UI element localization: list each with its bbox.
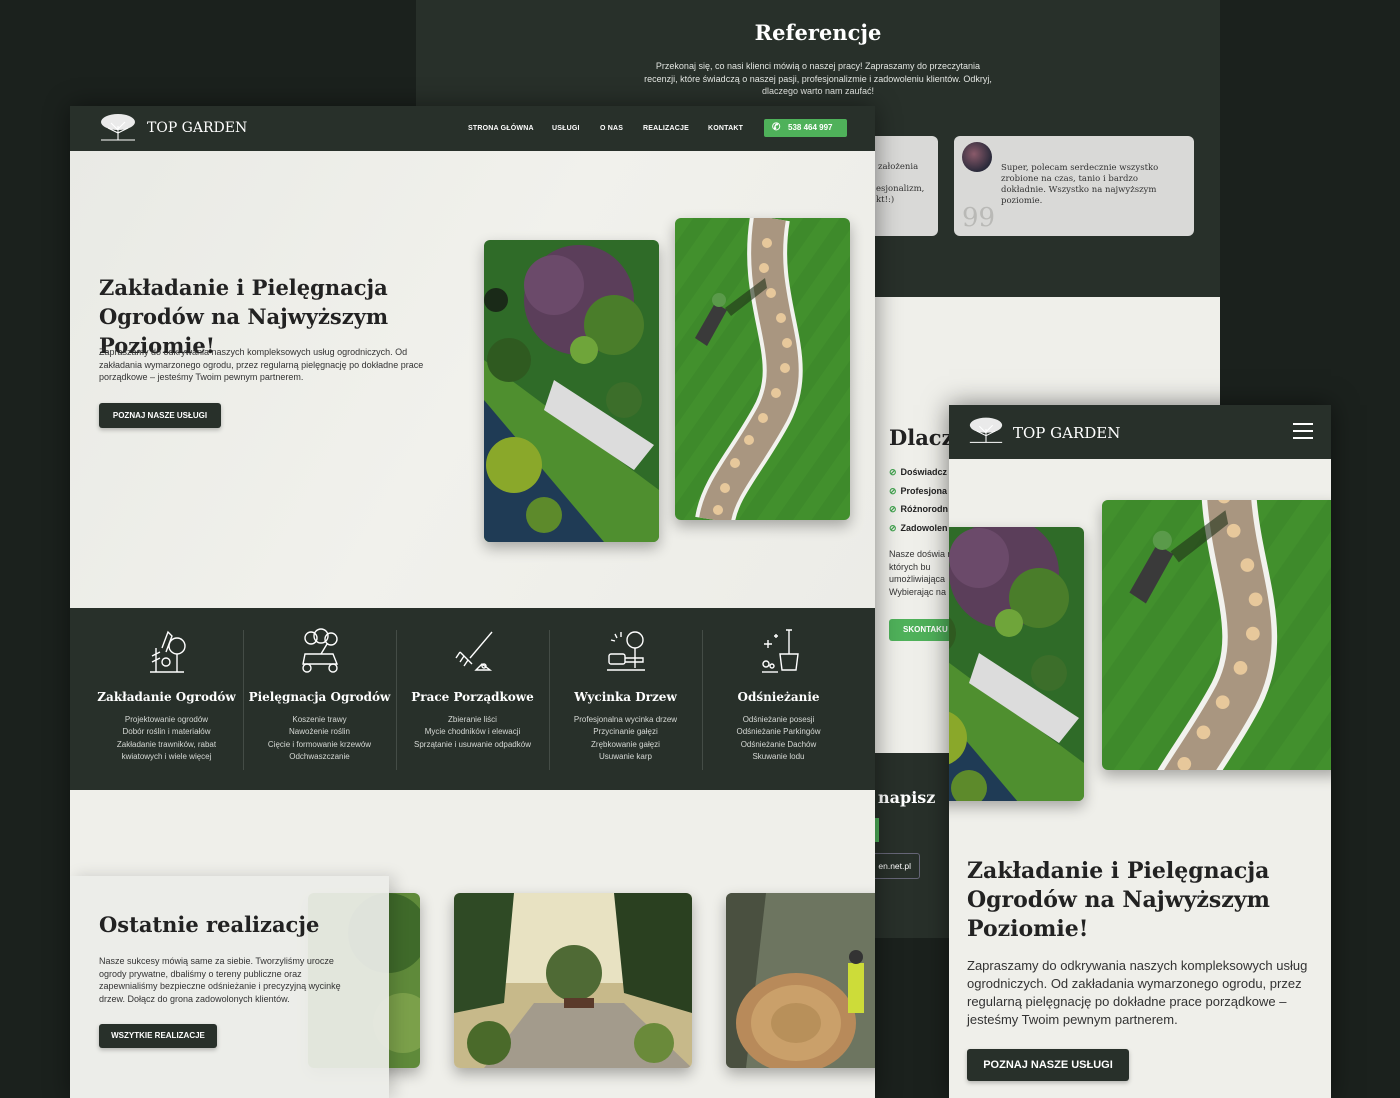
snow-shovel-icon <box>762 629 799 673</box>
realizations-section: Ostatnie realizacje Nasze sukcesy mówią … <box>70 790 875 1098</box>
garden-photo <box>949 527 1084 801</box>
realizations-description: Nasze sukcesy mówią same za siebie. Twor… <box>99 956 341 1004</box>
services-strip: Zakładanie Ogrodów Projektowanie ogrodów… <box>70 608 875 790</box>
lawn-path-photo <box>675 218 850 520</box>
realization-photo[interactable] <box>454 893 692 1068</box>
service-item: Nawożenie roślin <box>289 727 350 736</box>
chainsaw-icon <box>607 631 645 671</box>
service-item: Sprzątanie i usuwanie odpadków <box>414 740 531 749</box>
service-item: Mycie chodników i elewacji <box>424 727 521 736</box>
service-item: kwiatowych i wiele więcej <box>121 752 212 761</box>
hamburger-menu-icon[interactable] <box>1293 423 1313 439</box>
mobile-mockup: TOP GARDEN Zakładanie i Pielęgnacja Ogro… <box>949 405 1331 1098</box>
realizations-title: Ostatnie realizacje <box>99 912 320 937</box>
check-icon: ⊘ <box>889 486 897 496</box>
testimonial-text: esjonalizm, <box>876 184 925 194</box>
service-item: Odśnieżanie Dachów <box>740 740 817 749</box>
logo-text[interactable]: TOP GARDEN <box>147 120 247 136</box>
planting-icon <box>150 630 186 673</box>
hero-description: Zapraszamy do odkrywania naszych komplek… <box>99 347 424 382</box>
garden-photo <box>484 240 659 542</box>
realization-photo[interactable] <box>726 893 875 1068</box>
lawnmower-icon <box>302 628 339 673</box>
service-card[interactable]: Prace Porządkowe Zbieranie liści Mycie c… <box>396 608 549 790</box>
service-item: Odśnieżanie Parkingów <box>736 727 821 736</box>
service-item: Skuwanie lodu <box>752 752 805 761</box>
avatar <box>962 142 992 172</box>
phone-number: 538 464 997 <box>788 123 833 132</box>
service-item: Usuwanie karp <box>599 752 652 761</box>
service-item: Profesjonalna wycinka drzew <box>573 715 678 724</box>
services-button[interactable]: POZNAJ NASZE USŁUGI <box>99 403 221 428</box>
nav-link-contact[interactable]: KONTAKT <box>708 125 743 132</box>
check-icon: ⊘ <box>889 523 897 533</box>
rake-icon <box>455 631 493 671</box>
check-item: ⊘ Zadowolen <box>889 523 948 533</box>
service-card[interactable]: Wycinka Drzew Profesjonalna wycinka drze… <box>549 608 702 790</box>
service-item: Zrębkowanie gałęzi <box>591 740 660 749</box>
nav-link-services[interactable]: USŁUGI <box>552 125 580 132</box>
check-icon: ⊘ <box>889 467 897 477</box>
service-card[interactable]: Odśnieżanie Odśnieżanie posesji Odśnieża… <box>702 608 855 790</box>
testimonial-text: kt!:) <box>876 195 895 205</box>
testimonial-text: założenia <box>878 162 919 172</box>
service-card[interactable]: Pielęgnacja Ogrodów Koszenie trawy Nawoż… <box>243 608 396 790</box>
check-item: ⊘ Różnorodn <box>889 504 949 514</box>
service-title: Wycinka Drzew <box>574 690 677 704</box>
service-item: Zakładanie trawników, rabat <box>116 740 217 749</box>
service-item: Zbieranie liści <box>448 715 497 724</box>
service-title: Pielęgnacja Ogrodów <box>248 690 391 704</box>
service-title: Zakładanie Ogrodów <box>97 690 236 704</box>
service-title: Prace Porządkowe <box>411 690 534 704</box>
service-card[interactable]: Zakładanie Ogrodów Projektowanie ogrodów… <box>90 608 243 790</box>
service-item: Projektowanie ogrodów <box>124 715 209 724</box>
service-item: Koszenie trawy <box>292 715 347 724</box>
top-nav: TOP GARDEN STRONA GŁÓWNA USŁUGI O NAS RE… <box>70 106 875 151</box>
logo-text[interactable]: TOP GARDEN <box>1013 424 1120 442</box>
nav-link-home[interactable]: STRONA GŁÓWNA <box>468 125 534 132</box>
mobile-hero-description: Zapraszamy do odkrywania naszych komplek… <box>967 958 1308 1027</box>
contact-heading: napisz <box>878 788 936 807</box>
tree-logo-icon[interactable] <box>98 112 138 142</box>
phone-icon: ✆ <box>772 122 781 133</box>
mobile-nav: TOP GARDEN <box>949 405 1331 459</box>
testimonial-text: Super, polecam serdecznie wszystko zrobi… <box>1001 163 1159 206</box>
quote-icon: 99 <box>962 203 996 233</box>
references-description: Przekonaj się, co nasi klienci mówią o n… <box>644 61 992 96</box>
lawn-path-photo <box>1102 500 1331 770</box>
check-item: ⊘ Profesjona <box>889 486 948 496</box>
nav-link-realizations[interactable]: REALIZACJE <box>643 125 689 132</box>
tree-logo-icon[interactable] <box>967 415 1005 445</box>
hero-section: Zakładanie i Pielęgnacja Ogrodów na Najw… <box>70 151 875 608</box>
desktop-mockup: TOP GARDEN STRONA GŁÓWNA USŁUGI O NAS RE… <box>70 106 875 1098</box>
mobile-hero-title: Zakładanie i Pielęgnacja Ogrodów na Najw… <box>967 858 1270 942</box>
references-title: Referencje <box>754 20 882 45</box>
service-item: Odśnieżanie posesji <box>742 715 815 724</box>
nav-link-about[interactable]: O NAS <box>600 125 623 132</box>
all-realizations-button[interactable]: WSZYTKIE REALIZACJE <box>99 1024 217 1048</box>
phone-button[interactable]: ✆ 538 464 997 <box>764 119 847 137</box>
check-item: ⊘ Doświadcz <box>889 467 948 477</box>
service-title: Odśnieżanie <box>737 690 820 704</box>
service-item: Dobór roślin i materiałów <box>122 727 211 736</box>
mobile-services-button[interactable]: POZNAJ NASZE USŁUGI <box>967 1049 1129 1081</box>
check-icon: ⊘ <box>889 504 897 514</box>
service-item: Przycinanie gałęzi <box>593 727 658 736</box>
service-item: Odchwaszczanie <box>289 752 350 761</box>
why-title: Dlacz <box>889 425 954 450</box>
testimonial-card: Super, polecam serdecznie wszystko zrobi… <box>954 136 1194 236</box>
service-item: Cięcie i formowanie krzewów <box>267 740 372 749</box>
